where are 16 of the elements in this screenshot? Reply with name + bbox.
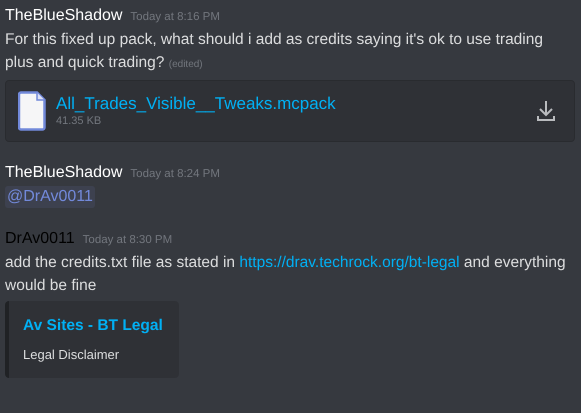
timestamp: Today at 8:16 PM	[130, 10, 220, 25]
file-size: 41.35 KB	[56, 114, 102, 128]
timestamp: Today at 8:30 PM	[82, 233, 172, 248]
download-icon[interactable]	[536, 100, 556, 122]
author-name[interactable]: TheBlueShadow	[5, 5, 122, 27]
embed-description: Legal Disclaimer	[23, 347, 120, 362]
author-name[interactable]: TheBlueShadow	[5, 162, 122, 184]
message-text: For this fixed up pack, what should i add as credits saying it's ok to use trading plus and quick trading? (edited)	[5, 30, 544, 73]
link[interactable]: https://drav.techrock.org/bt-legal	[239, 254, 460, 271]
edited-label: (edited)	[168, 59, 203, 70]
message-text: add the credits.txt file as stated in https://drav.techrock.org/bt-legal and everything would be fine	[5, 253, 567, 296]
file-link[interactable]: All_Trades_Visible__Tweaks.mcpack	[56, 94, 526, 114]
embed-title[interactable]: Av Sites - BT Legal	[23, 317, 163, 335]
file-icon	[18, 91, 46, 131]
timestamp: Today at 8:24 PM	[130, 167, 220, 182]
user-mention[interactable]: @DrAv0011	[5, 186, 95, 208]
